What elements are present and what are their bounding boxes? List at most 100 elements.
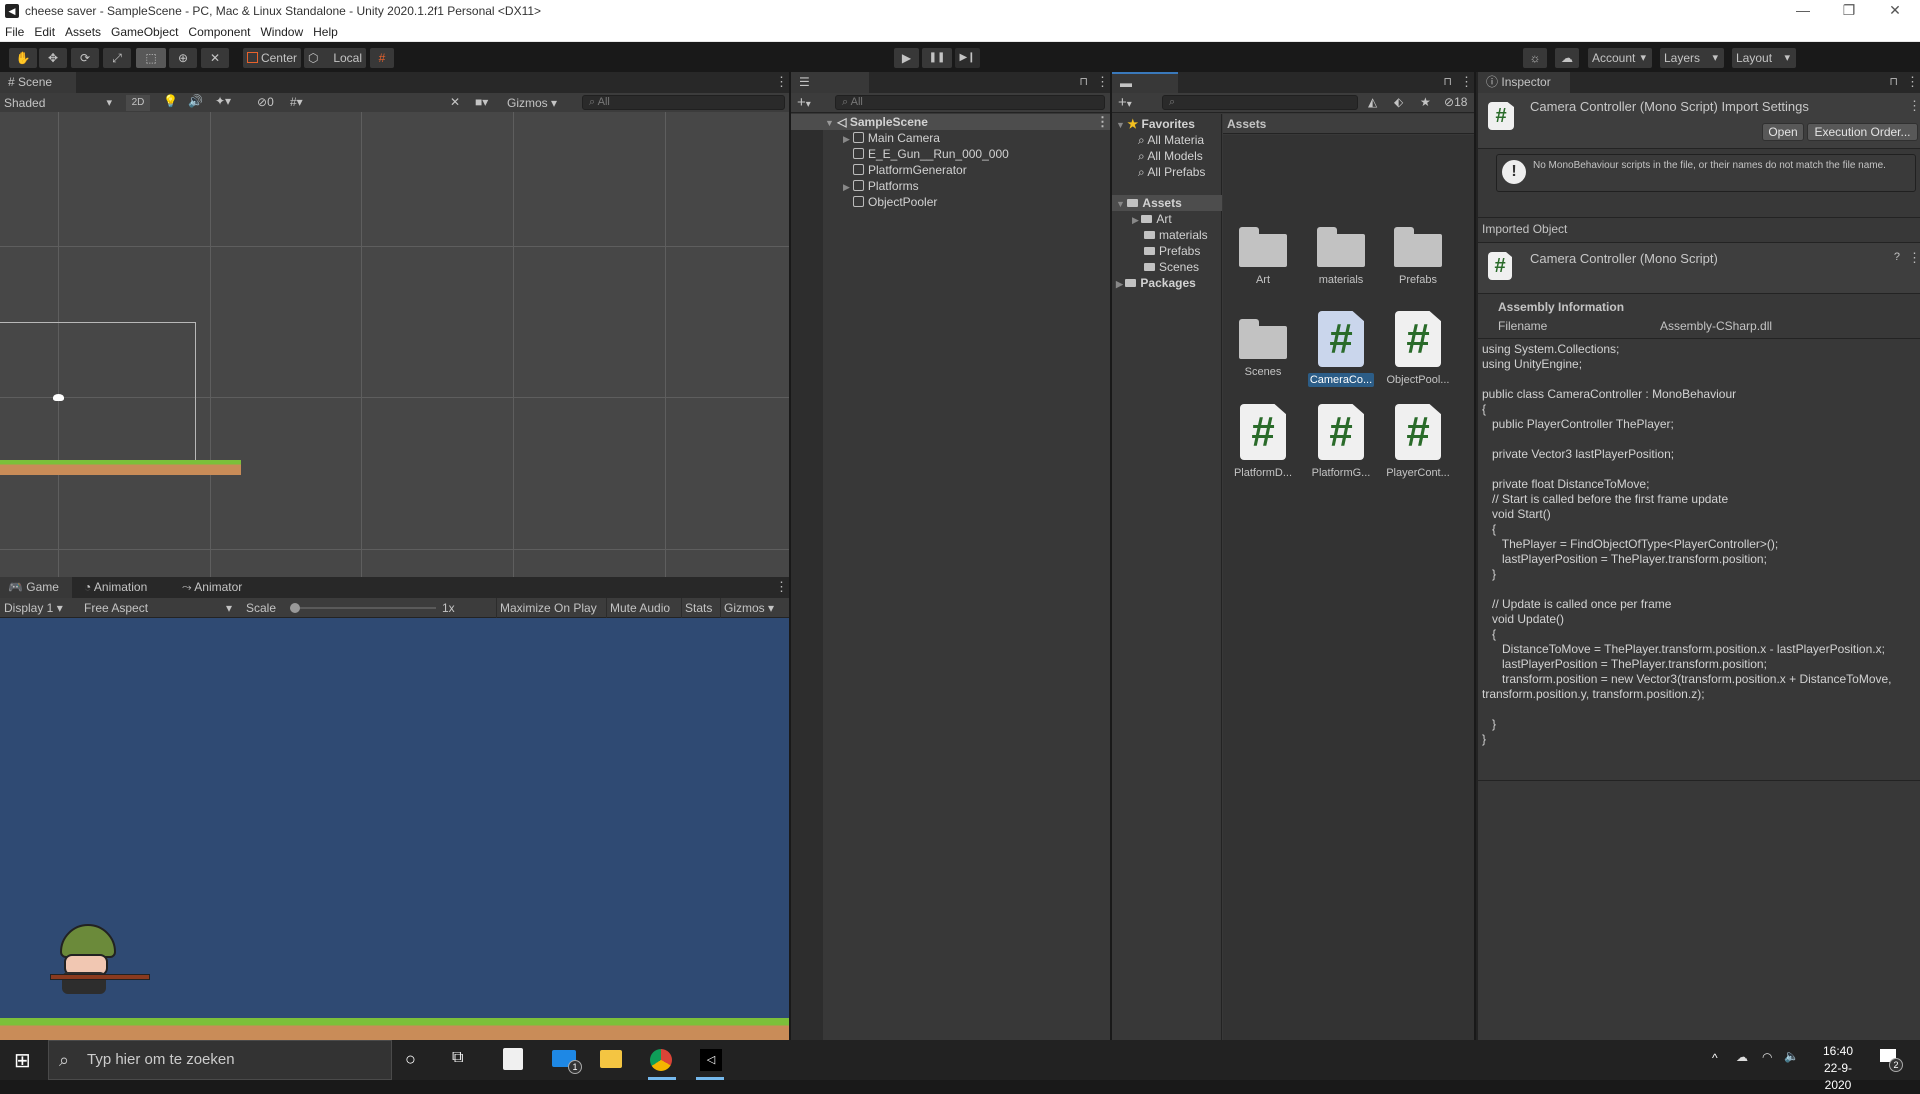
store-icon[interactable] <box>503 1048 523 1070</box>
search-by-label-icon[interactable]: ⬖ <box>1394 95 1403 109</box>
asset-item[interactable]: # PlatformD... <box>1225 404 1301 480</box>
project-search-input[interactable]: ⌕ <box>1162 95 1358 110</box>
lock-icon[interactable]: ⊓ <box>1079 75 1088 88</box>
favorites-item[interactable]: ⌕ All Prefabs <box>1138 164 1205 180</box>
asset-item-selected[interactable]: # CameraCo... <box>1303 311 1379 387</box>
stats-toggle[interactable]: Stats <box>681 598 715 618</box>
maximize-on-play-toggle[interactable]: Maximize On Play <box>496 598 600 618</box>
volume-icon[interactable]: 🔈 <box>1784 1049 1799 1063</box>
grid-toggle[interactable]: #▾ <box>290 95 303 109</box>
search-by-type-icon[interactable]: ◭ <box>1368 95 1377 109</box>
help-icon[interactable]: ? <box>1894 251 1900 263</box>
file-explorer-icon[interactable] <box>600 1050 622 1068</box>
scale-slider-thumb[interactable] <box>290 603 300 613</box>
move-tool-button[interactable]: ✥ <box>39 48 67 68</box>
game-menu-icon[interactable]: ⋮ <box>775 580 788 593</box>
asset-item[interactable]: Prefabs <box>1380 227 1456 287</box>
hidden-packages-toggle[interactable]: ⊘18 <box>1444 95 1467 109</box>
folder-node[interactable]: Scenes <box>1144 259 1199 275</box>
game-viewport[interactable] <box>0 618 789 1040</box>
create-dropdown[interactable]: +▾ <box>797 93 811 115</box>
scene-gizmos-dropdown[interactable]: Gizmos ▾ <box>507 93 575 113</box>
effects-toggle-icon[interactable]: ✦▾ <box>215 94 231 108</box>
hierarchy-search-input[interactable]: ⌕ All <box>835 95 1105 110</box>
hierarchy-menu-icon[interactable]: ⋮ <box>1096 75 1109 88</box>
lighting-toggle-icon[interactable]: 💡 <box>163 94 178 108</box>
header-menu-icon[interactable]: ⋮ <box>1908 99 1920 112</box>
collab-button[interactable]: ☁ <box>1555 48 1579 68</box>
wifi-icon[interactable]: ◠ <box>1762 1050 1772 1064</box>
hierarchy-item[interactable]: ObjectPooler <box>791 194 1110 210</box>
inspector-menu-icon[interactable]: ⋮ <box>1906 75 1919 88</box>
menu-edit[interactable]: Edit <box>29 22 60 42</box>
onedrive-icon[interactable]: ☁ <box>1736 1050 1748 1064</box>
tab-animation[interactable]: ◔ Animation <box>76 577 155 598</box>
unity-taskbar-icon[interactable]: ◁ <box>700 1049 722 1071</box>
hierarchy-item[interactable]: ▶ Platforms <box>791 178 1110 194</box>
scale-slider[interactable] <box>290 603 436 613</box>
display-dropdown[interactable]: Display 1 ▾ <box>4 598 63 618</box>
2d-toggle[interactable]: 2D <box>126 95 150 111</box>
folder-node[interactable]: materials <box>1144 227 1208 243</box>
taskbar-search-input[interactable]: ⌕ Typ hier om te zoeken <box>48 1040 392 1080</box>
scene-root-row[interactable]: ▼ ◁ SampleScene ⋮ <box>791 114 1110 130</box>
favorites-star-icon[interactable]: ★ <box>1420 95 1431 109</box>
tab-scene[interactable]: # Scene <box>0 72 76 93</box>
shading-mode-dropdown[interactable]: Shaded <box>4 93 118 113</box>
layout-dropdown[interactable]: Layout <box>1732 48 1796 68</box>
tab-project[interactable]: ▬ Project <box>1112 72 1178 109</box>
platform-sprite[interactable] <box>0 460 241 475</box>
imported-menu-icon[interactable]: ⋮ <box>1908 251 1920 264</box>
services-button[interactable]: ☼ <box>1523 48 1547 68</box>
favorites-node[interactable]: ▼ ★ Favorites <box>1116 116 1195 132</box>
rotate-tool-button[interactable]: ⟳ <box>71 48 99 68</box>
hand-tool-button[interactable]: ✋ <box>9 48 37 68</box>
snap-button[interactable]: # <box>370 48 394 68</box>
pause-button[interactable]: ❚❚ <box>922 48 952 68</box>
play-button[interactable]: ▶ <box>894 48 919 68</box>
task-view-icon[interactable]: ⧉ <box>452 1049 463 1067</box>
asset-item[interactable]: # PlatformG... <box>1303 404 1379 480</box>
project-menu-icon[interactable]: ⋮ <box>1460 75 1473 88</box>
packages-node[interactable]: ▶ Packages <box>1116 275 1196 291</box>
asset-item[interactable]: Art <box>1225 227 1301 287</box>
asset-item[interactable]: materials <box>1303 227 1379 287</box>
menu-assets[interactable]: Assets <box>60 22 106 42</box>
menu-help[interactable]: Help <box>308 22 343 42</box>
scene-root-menu-icon[interactable]: ⋮ <box>1096 115 1109 128</box>
close-button[interactable]: ✕ <box>1872 0 1918 22</box>
scene-search-input[interactable]: ⌕ All <box>582 95 785 110</box>
step-button[interactable]: ▶❙ <box>955 48 980 68</box>
scale-tool-button[interactable]: ⤢ <box>103 48 131 68</box>
minimize-button[interactable]: — <box>1780 0 1826 22</box>
transform-tool-button[interactable]: ⊕ <box>169 48 197 68</box>
tab-animator[interactable]: ⤳ Animator <box>174 577 250 598</box>
game-gizmos-dropdown[interactable]: Gizmos ▾ <box>720 598 777 618</box>
folder-node[interactable]: Prefabs <box>1144 243 1200 259</box>
maximize-button[interactable]: ❐ <box>1826 0 1872 22</box>
player-sprite[interactable] <box>53 394 64 401</box>
camera-toggle[interactable]: ■▾ <box>475 95 488 109</box>
tools-toggle-icon[interactable]: ✕ <box>450 95 460 109</box>
lock-icon[interactable]: ⊓ <box>1443 75 1452 88</box>
tab-game[interactable]: 🎮 Game <box>0 577 72 598</box>
favorites-item[interactable]: ⌕ All Materia <box>1138 132 1204 148</box>
windows-start-icon[interactable]: ⊞ <box>14 1048 31 1073</box>
tab-hierarchy[interactable]: ☰ Hierarchy <box>791 72 869 110</box>
hidden-objects-toggle[interactable]: ⊘0 <box>257 95 274 109</box>
execution-order-button[interactable]: Execution Order... <box>1807 123 1918 141</box>
chrome-icon[interactable] <box>650 1049 672 1071</box>
camera-bounds[interactable] <box>0 322 196 474</box>
lock-icon[interactable]: ⊓ <box>1889 75 1898 88</box>
menu-window[interactable]: Window <box>255 22 308 42</box>
scene-menu-icon[interactable]: ⋮ <box>775 75 788 88</box>
favorites-item[interactable]: ⌕ All Models <box>1138 148 1203 164</box>
tab-inspector[interactable]: ⓘ Inspector <box>1478 72 1570 93</box>
layers-dropdown[interactable]: Layers <box>1660 48 1724 68</box>
pivot-local-button[interactable]: ⬡ Local <box>304 48 366 68</box>
aspect-dropdown[interactable]: Free Aspect ▾ <box>84 598 236 618</box>
hierarchy-item[interactable]: E_E_Gun__Run_000_000 <box>791 146 1110 162</box>
asset-item[interactable]: # PlayerCont... <box>1380 404 1456 480</box>
hierarchy-item[interactable]: ▶ Main Camera <box>791 130 1110 146</box>
rect-tool-button[interactable]: ⬚ <box>136 48 166 68</box>
